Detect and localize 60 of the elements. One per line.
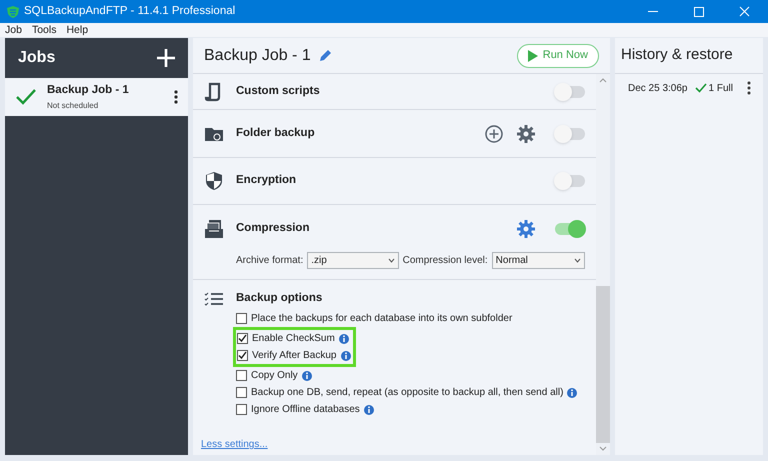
shield-icon [204, 171, 224, 191]
panel-title: Jobs [18, 48, 56, 68]
option-label: Backup one DB, send, repeat (as opposite to backup all, then send all) [251, 386, 564, 400]
plus-icon[interactable] [157, 49, 175, 67]
info-icon [567, 388, 578, 398]
shield-icon [6, 4, 20, 18]
less-settings-link[interactable]: Less settings... [201, 437, 585, 452]
option-label: Enable CheckSum [252, 332, 335, 346]
section-title: Compression [236, 220, 310, 236]
checkbox[interactable] [237, 350, 248, 362]
info-icon [340, 350, 350, 361]
job-name: Backup Job - 1 [47, 83, 130, 98]
option-label: Copy Only [251, 369, 298, 384]
field-label: Archive format: [236, 254, 304, 268]
toggle-switch[interactable] [555, 128, 585, 140]
checkbox[interactable] [236, 404, 247, 416]
panel-title: History & restore [621, 45, 733, 66]
section-title: Folder backup [236, 126, 316, 141]
info-icon [302, 370, 312, 381]
option-label: Verify After Backup [252, 349, 336, 364]
job-item[interactable]: Backup Job - 1 Not scheduled [5, 78, 188, 116]
window-title: SQLBackupAndFTP - 11.4.1 Professional [24, 4, 236, 19]
toggle-switch[interactable] [555, 175, 585, 187]
caret-icon [574, 258, 581, 263]
checklist-icon [204, 292, 224, 306]
history-time: Dec 25 3:06p [628, 82, 688, 96]
checkbox[interactable] [236, 387, 247, 398]
dropdown[interactable]: Normal [492, 252, 585, 269]
plus-circle-icon[interactable] [485, 124, 503, 142]
toggle-switch[interactable] [555, 222, 585, 234]
menu-item[interactable]: Job [5, 24, 22, 36]
option-label: Place the backups for each database into its own subfolder [251, 312, 512, 326]
checkbox[interactable] [237, 333, 248, 344]
history-result: 1 Full [708, 82, 734, 96]
toggle-switch[interactable] [555, 86, 585, 98]
job-title: Backup Job - 1 [204, 46, 311, 66]
field-label: Compression level: [402, 254, 488, 268]
pencil-icon[interactable] [318, 49, 332, 62]
info-icon [338, 334, 349, 344]
option-label: Ignore Offline databases [251, 403, 360, 418]
archive-icon [204, 218, 224, 238]
check-icon [694, 83, 706, 93]
play-icon [528, 50, 538, 62]
section-title: Backup options [236, 291, 322, 306]
menu-item[interactable]: Help [66, 24, 88, 36]
dropdown[interactable]: .zip [307, 252, 399, 269]
gear-icon[interactable] [517, 124, 535, 142]
info-icon [364, 404, 374, 415]
checkbox[interactable] [236, 313, 247, 324]
checkbox[interactable] [236, 370, 247, 382]
job-schedule: Not scheduled [47, 100, 100, 112]
gear-icon[interactable] [517, 220, 535, 238]
more-icon[interactable] [174, 90, 178, 104]
section-title: Encryption [236, 173, 298, 188]
menu-item[interactable]: Tools [32, 24, 56, 36]
more-icon[interactable] [747, 81, 751, 95]
scroll-thumb[interactable] [596, 286, 610, 443]
caret-icon [388, 258, 395, 263]
check-icon [15, 88, 37, 106]
section-title: Custom scripts [236, 84, 321, 99]
